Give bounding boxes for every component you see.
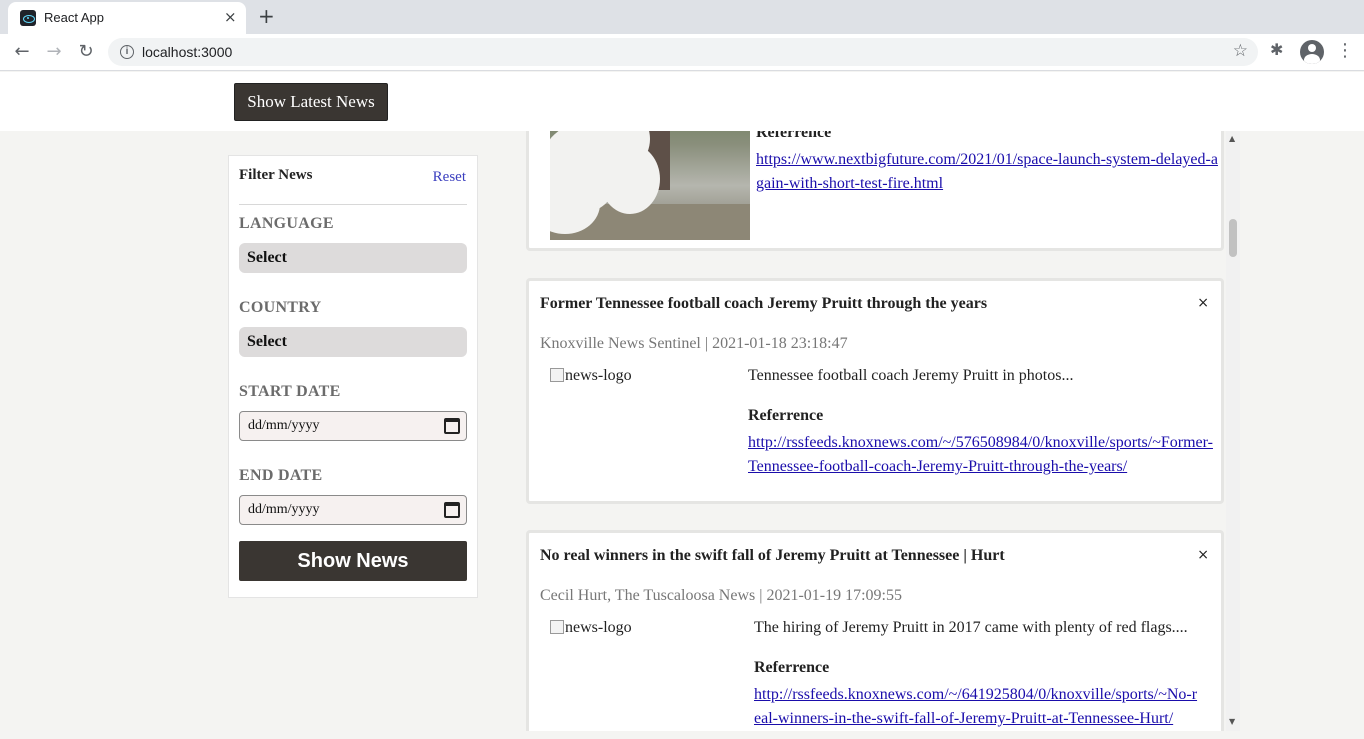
language-label: LANGUAGE: [239, 215, 334, 232]
reference-link[interactable]: http://rssfeeds.knoxnews.com/~/641925804…: [754, 683, 1204, 731]
news-logo-alt: news-logo: [565, 367, 632, 384]
profile-avatar-icon[interactable]: [1300, 40, 1324, 64]
tab-title: React App: [44, 10, 104, 25]
reference-label: Referrence: [748, 407, 824, 424]
broken-image-icon: [550, 620, 564, 634]
calendar-icon[interactable]: [444, 418, 460, 434]
close-icon[interactable]: ×: [1197, 295, 1209, 311]
forward-icon[interactable]: →: [42, 40, 66, 64]
reference-label: Referrence: [754, 659, 830, 676]
bookmark-star-icon[interactable]: ☆: [1233, 41, 1248, 61]
feed-scrollbar[interactable]: ▲ ▼: [1226, 131, 1240, 731]
info-icon[interactable]: i: [120, 45, 134, 59]
address-bar[interactable]: i localhost:3000 ☆: [108, 38, 1258, 66]
browser-tab[interactable]: React App ×: [8, 2, 246, 34]
news-title: No real winners in the swift fall of Jer…: [540, 547, 1005, 564]
news-meta: Knoxville News Sentinel | 2021-01-18 23:…: [540, 335, 848, 352]
calendar-icon[interactable]: [444, 502, 460, 518]
language-select[interactable]: Select: [239, 243, 467, 273]
new-tab-icon[interactable]: +: [258, 5, 275, 27]
start-date-label: START DATE: [239, 383, 341, 400]
browser-tab-bar: React App × +: [0, 0, 1364, 34]
country-label: COUNTRY: [239, 299, 322, 316]
tab-close-icon[interactable]: ×: [224, 8, 237, 26]
news-card: Former Tennessee football coach Jeremy P…: [526, 278, 1224, 504]
end-date-placeholder: dd/mm/yyyy: [248, 502, 320, 517]
end-date-input[interactable]: dd/mm/yyyy: [239, 495, 467, 525]
extensions-icon[interactable]: ✱: [1270, 40, 1283, 59]
back-icon[interactable]: ←: [10, 40, 34, 64]
filter-divider: [239, 204, 467, 205]
end-date-label: END DATE: [239, 467, 323, 484]
reference-link[interactable]: http://rssfeeds.knoxnews.com/~/576508984…: [748, 431, 1214, 479]
start-date-placeholder: dd/mm/yyyy: [248, 418, 320, 433]
show-latest-news-button[interactable]: Show Latest News: [234, 83, 388, 121]
filter-panel: Filter News Reset LANGUAGE Select COUNTR…: [228, 155, 478, 598]
reference-link[interactable]: https://www.nextbigfuture.com/2021/01/sp…: [756, 148, 1222, 196]
browser-menu-icon[interactable]: ⋮: [1336, 40, 1354, 61]
news-logo-image: news-logo: [550, 619, 632, 637]
news-card: No real winners in the swift fall of Jer…: [526, 530, 1224, 731]
reset-link[interactable]: Reset: [433, 169, 466, 186]
news-logo-image: news-logo: [550, 367, 632, 385]
filter-title: Filter News: [239, 167, 313, 183]
browser-toolbar: ← → ↻ i localhost:3000 ☆ ✱ ⋮: [0, 34, 1364, 71]
news-description: The hiring of Jeremy Pruitt in 2017 came…: [754, 619, 1188, 636]
app-header: Show Latest News: [0, 72, 1364, 131]
scroll-down-arrow-icon[interactable]: ▼: [1229, 717, 1235, 726]
news-title: Former Tennessee football coach Jeremy P…: [540, 295, 988, 312]
country-select[interactable]: Select: [239, 327, 467, 357]
react-favicon-icon: [20, 10, 36, 26]
start-date-input[interactable]: dd/mm/yyyy: [239, 411, 467, 441]
scroll-thumb[interactable]: [1229, 219, 1237, 257]
show-news-button[interactable]: Show News: [239, 541, 467, 581]
scroll-up-arrow-icon[interactable]: ▲: [1229, 134, 1235, 143]
news-logo-alt: news-logo: [565, 619, 632, 636]
news-description: Tennessee football coach Jeremy Pruitt i…: [748, 367, 1074, 384]
reload-icon[interactable]: ↻: [74, 40, 98, 64]
rocket-launch-image: [550, 131, 750, 240]
news-meta: Cecil Hurt, The Tuscaloosa News | 2021-0…: [540, 587, 902, 604]
broken-image-icon: [550, 368, 564, 382]
url-text[interactable]: localhost:3000: [142, 44, 232, 60]
reference-label: Referrence: [756, 131, 832, 141]
news-feed[interactable]: Referrence https://www.nextbigfuture.com…: [526, 131, 1240, 731]
close-icon[interactable]: ×: [1197, 547, 1209, 563]
news-card: Referrence https://www.nextbigfuture.com…: [526, 131, 1224, 251]
